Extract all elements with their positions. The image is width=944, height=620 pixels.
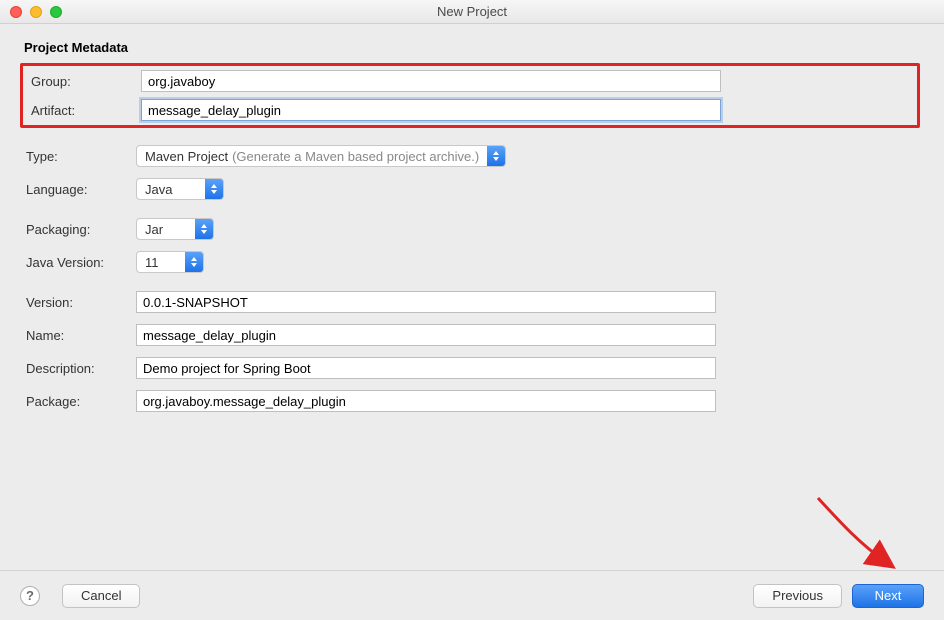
artifact-input[interactable] [141,99,721,121]
maximize-window-button[interactable] [50,6,62,18]
arrow-annotation-icon [810,494,900,572]
language-select-value: Java [145,182,172,197]
updown-arrows-icon [487,146,505,166]
version-label: Version: [24,295,136,310]
updown-arrows-icon [205,179,223,199]
java-version-select-value: 11 [145,255,159,270]
type-label: Type: [24,149,136,164]
packaging-label: Packaging: [24,222,136,237]
packaging-select-value: Jar [145,222,163,237]
type-select-hint: (Generate a Maven based project archive.… [232,149,479,164]
name-input[interactable] [136,324,716,346]
version-input[interactable] [136,291,716,313]
name-label: Name: [24,328,136,343]
section-title: Project Metadata [24,40,920,55]
group-label: Group: [29,74,141,89]
cancel-button[interactable]: Cancel [62,584,140,608]
updown-arrows-icon [195,219,213,239]
window-title: New Project [0,4,944,19]
artifact-label: Artifact: [29,103,141,118]
package-label: Package: [24,394,136,409]
java-version-label: Java Version: [24,255,136,270]
description-input[interactable] [136,357,716,379]
packaging-select[interactable]: Jar [136,218,214,240]
updown-arrows-icon [185,252,203,272]
type-select-value: Maven Project [145,149,228,164]
type-select[interactable]: Maven Project (Generate a Maven based pr… [136,145,506,167]
language-label: Language: [24,182,136,197]
package-input[interactable] [136,390,716,412]
language-select[interactable]: Java [136,178,224,200]
traffic-lights [0,6,62,18]
group-input[interactable] [141,70,721,92]
highlight-annotation: Group: Artifact: [20,63,920,128]
help-icon: ? [26,588,34,603]
dialog-footer: ? Cancel Previous Next [0,570,944,620]
description-label: Description: [24,361,136,376]
next-button[interactable]: Next [852,584,924,608]
minimize-window-button[interactable] [30,6,42,18]
help-button[interactable]: ? [20,586,40,606]
close-window-button[interactable] [10,6,22,18]
title-bar: New Project [0,0,944,24]
previous-button[interactable]: Previous [753,584,842,608]
content-area: Project Metadata Group: Artifact: Type: … [0,24,944,482]
java-version-select[interactable]: 11 [136,251,204,273]
